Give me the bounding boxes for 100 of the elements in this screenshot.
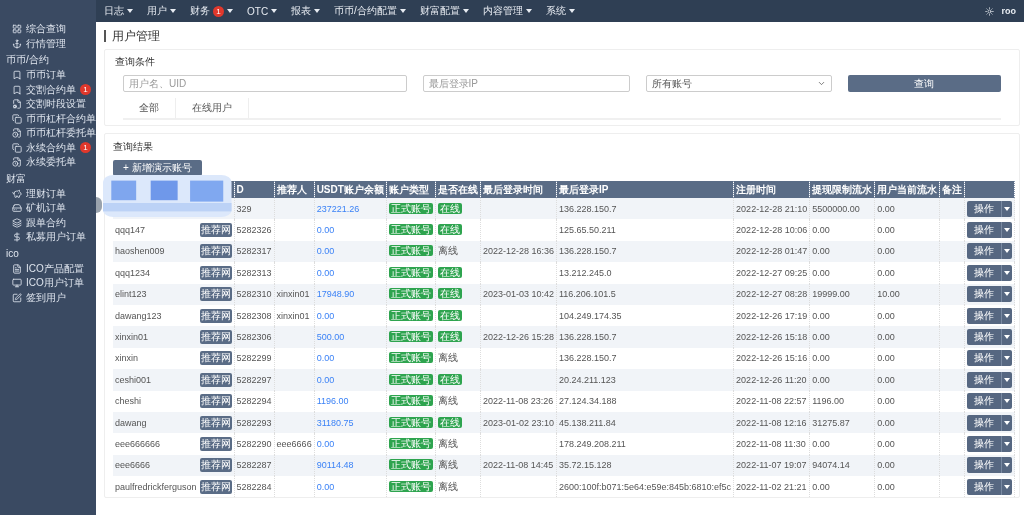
sidebar-item[interactable]: 永续合约单 1 <box>0 140 96 155</box>
sidebar-item[interactable]: ICO产品配置 <box>0 261 96 276</box>
dropdown-button[interactable] <box>1001 329 1013 346</box>
dropdown-button[interactable] <box>1001 222 1013 239</box>
account-type-badge: 正式账号 <box>388 309 433 321</box>
action-button[interactable]: 操作 <box>967 393 1002 410</box>
dropdown-button[interactable] <box>1001 264 1013 281</box>
table-cell: 2022-12-26 17:19 <box>736 310 808 321</box>
nav-menu[interactable]: 币币/合约配置 <box>334 4 406 18</box>
nav-menu[interactable]: 日志 <box>104 4 133 18</box>
column-header: 备注 <box>942 183 963 195</box>
balance-link[interactable]: 0.00 <box>316 481 335 492</box>
action-button[interactable]: 操作 <box>967 307 1002 324</box>
sidebar-item[interactable]: ICO用户订单 <box>0 276 96 291</box>
action-button[interactable]: 操作 <box>967 478 1002 495</box>
caret-icon <box>127 9 133 13</box>
balance-link[interactable]: 237221.26 <box>316 203 360 214</box>
balance-link[interactable]: 0.00 <box>316 225 335 236</box>
action-button[interactable]: 操作 <box>967 329 1002 346</box>
table-cell: 0.00 <box>877 481 895 492</box>
nav-menu[interactable]: OTC <box>247 5 278 17</box>
table-cell: 0.00 <box>877 460 895 471</box>
status-badge: 在线 <box>437 309 462 321</box>
sidebar-item[interactable]: 私募用户订单 <box>0 230 96 245</box>
filter-tab[interactable]: 在线用户 <box>176 98 249 120</box>
status-badge: 在线 <box>437 266 462 278</box>
dropdown-button[interactable] <box>1001 371 1013 388</box>
tag-badge: 推荐网 <box>199 265 232 280</box>
action-button[interactable]: 操作 <box>967 243 1002 260</box>
add-demo-account-button[interactable]: + 新增演示账号 <box>113 160 202 176</box>
dropdown-button[interactable] <box>1001 457 1013 474</box>
balance-link[interactable]: 0.00 <box>316 310 335 321</box>
balance-link[interactable]: 0.00 <box>316 353 335 364</box>
nav-menu[interactable]: 报表 <box>291 4 321 18</box>
balance-link[interactable]: 31180.75 <box>316 417 354 428</box>
balance-link[interactable]: 1196.00 <box>316 396 349 407</box>
action-button[interactable]: 操作 <box>967 436 1002 452</box>
nav-menu[interactable]: 财富配置 <box>419 4 469 18</box>
sidebar-item[interactable]: 币币杠杆委托单 <box>0 126 96 141</box>
balance-link[interactable]: 0.00 <box>316 374 335 385</box>
nav-menu[interactable]: 内容管理 <box>482 4 532 18</box>
filter-tab[interactable]: 全部 <box>123 98 176 120</box>
sidebar-item[interactable]: 交割合约单 1 <box>0 82 96 97</box>
sidebar-item[interactable]: 永续委托单 <box>0 155 96 170</box>
sidebar-item[interactable]: 币币订单 <box>0 68 96 83</box>
column-header: 注册时间 <box>736 183 777 195</box>
dropdown-button[interactable] <box>1001 393 1013 410</box>
balance-link[interactable]: 90114.48 <box>316 460 354 471</box>
table-cell: qqq1234 <box>115 267 151 278</box>
nav-menu[interactable]: 系统 <box>545 4 575 18</box>
balance-link[interactable]: 0.00 <box>316 267 335 278</box>
caret-icon <box>1004 228 1011 233</box>
action-button[interactable]: 操作 <box>967 414 1002 431</box>
dropdown-button[interactable] <box>1001 414 1013 431</box>
action-button[interactable]: 操作 <box>967 222 1002 239</box>
brightness-icon[interactable] <box>984 6 994 16</box>
sidebar-item[interactable]: 矿机订单 <box>0 201 96 216</box>
action-button[interactable]: 操作 <box>967 350 1002 367</box>
dropdown-button[interactable] <box>1001 200 1013 217</box>
sidebar-item[interactable]: 币币杠杆合约单 <box>0 111 96 126</box>
sidebar-item[interactable]: 行情管理 <box>0 36 96 51</box>
dropdown-button[interactable] <box>1001 350 1013 367</box>
sidebar-item[interactable]: 签到用户 <box>0 290 96 305</box>
balance-link[interactable]: 17948.90 <box>316 289 355 300</box>
balance-link[interactable]: 0.00 <box>316 439 335 449</box>
table-cell: 5282284 <box>236 481 272 492</box>
dropdown-button[interactable] <box>1001 286 1013 303</box>
sidebar-item[interactable]: 综合查询 <box>0 22 96 37</box>
account-select[interactable]: 所有账号 <box>646 75 832 92</box>
action-button[interactable]: 操作 <box>967 286 1002 303</box>
action-button[interactable]: 操作 <box>967 264 1002 281</box>
ip-field[interactable]: 最后登录IP <box>422 75 631 92</box>
table-cell: haoshen009 <box>115 246 165 257</box>
table-cell: 0.00 <box>877 203 895 214</box>
nav-menu[interactable]: 用户 <box>147 4 176 18</box>
user-name[interactable]: roo <box>1001 6 1016 16</box>
sidebar-item[interactable]: 理财订单 <box>0 186 96 201</box>
caret-icon <box>1004 399 1011 404</box>
dropdown-button[interactable] <box>1001 478 1013 495</box>
status-text: 离线 <box>437 438 458 449</box>
tag-badge: 推荐网 <box>199 308 232 323</box>
sidebar-item[interactable]: 交割时段设置 <box>0 97 96 112</box>
dropdown-button[interactable] <box>1001 243 1013 260</box>
balance-link[interactable]: 500.00 <box>316 332 345 343</box>
action-button[interactable]: 操作 <box>967 371 1002 388</box>
sidebar-item[interactable]: 跟单合约 <box>0 215 96 230</box>
nav-menu[interactable]: 财务 1 <box>190 4 233 18</box>
sidebar-label: 矿机订单 <box>26 201 66 215</box>
collapse-handle[interactable] <box>96 197 102 213</box>
balance-link[interactable]: 0.00 <box>316 246 335 257</box>
action-button[interactable]: 操作 <box>967 457 1002 474</box>
dropdown-button[interactable] <box>1001 307 1013 324</box>
table-cell: 178.249.208.211 <box>558 439 626 449</box>
count-badge: 1 <box>80 84 91 96</box>
dropdown-button[interactable] <box>1001 436 1013 452</box>
caret-icon <box>1004 442 1011 446</box>
action-button[interactable]: 操作 <box>967 200 1002 217</box>
search-button[interactable]: 查询 <box>847 75 1001 92</box>
table-cell: 0.00 <box>812 481 830 492</box>
search-field[interactable]: 用户名、UID <box>123 75 407 92</box>
